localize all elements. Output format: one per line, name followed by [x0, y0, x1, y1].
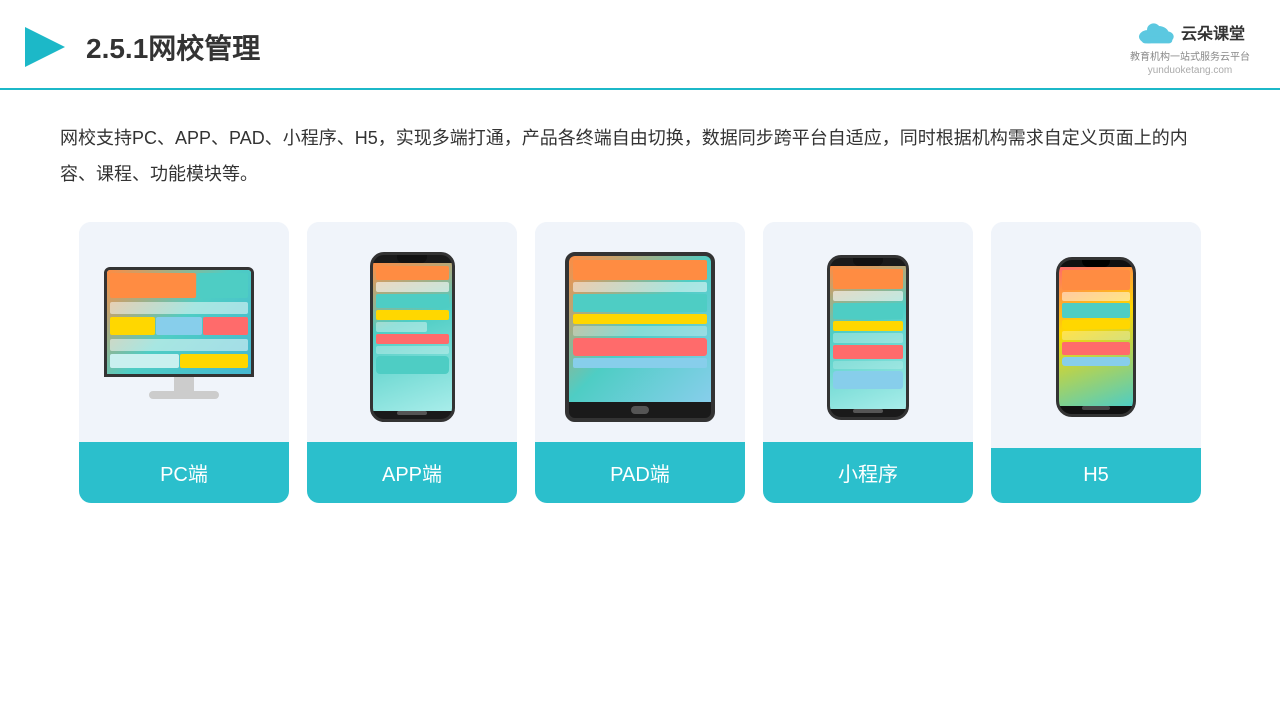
- logo-name: 云朵课堂: [1181, 20, 1245, 44]
- header-left: 2.5.1网校管理: [20, 22, 260, 72]
- card-pc-label: PC端: [79, 442, 289, 503]
- card-pad-image: [535, 222, 745, 442]
- card-pc-image: [79, 222, 289, 442]
- card-pad: PAD端: [535, 222, 745, 503]
- logo-url: yunduoketang.com: [1148, 65, 1233, 76]
- card-h5: H5: [991, 222, 1201, 503]
- card-miniprogram-label: 小程序: [763, 442, 973, 503]
- card-pc: PC端: [79, 222, 289, 503]
- description-text: 网校支持PC、APP、PAD、小程序、H5，实现多端打通，产品各终端自由切换，数…: [60, 128, 1188, 184]
- pad-tablet-icon: [565, 252, 715, 422]
- logo-cloud: 云朵课堂: [1135, 18, 1245, 46]
- h5-phone-icon: [1056, 257, 1136, 417]
- card-app-image: [307, 222, 517, 442]
- card-app: APP端: [307, 222, 517, 503]
- pc-monitor-icon: [104, 267, 264, 407]
- logo-tagline: 教育机构一站式服务云平台: [1130, 48, 1250, 63]
- header: 2.5.1网校管理 云朵课堂 教育机构一站式服务云平台 yunduoketang…: [0, 0, 1280, 90]
- description-block: 网校支持PC、APP、PAD、小程序、H5，实现多端打通，产品各终端自由切换，数…: [0, 90, 1280, 202]
- card-app-label: APP端: [307, 442, 517, 503]
- cards-container: PC端 APP端: [0, 202, 1280, 523]
- card-h5-label: H5: [991, 448, 1201, 503]
- card-h5-image: [991, 222, 1201, 442]
- cloud-logo-icon: [1135, 18, 1175, 46]
- play-icon: [20, 22, 70, 72]
- miniprogram-phone-icon: [827, 255, 909, 420]
- logo-area: 云朵课堂 教育机构一站式服务云平台 yunduoketang.com: [1130, 18, 1250, 76]
- page-title: 2.5.1网校管理: [86, 27, 260, 67]
- card-pad-label: PAD端: [535, 442, 745, 503]
- card-miniprogram-image: [763, 222, 973, 442]
- card-miniprogram: 小程序: [763, 222, 973, 503]
- app-phone-icon: [370, 252, 455, 422]
